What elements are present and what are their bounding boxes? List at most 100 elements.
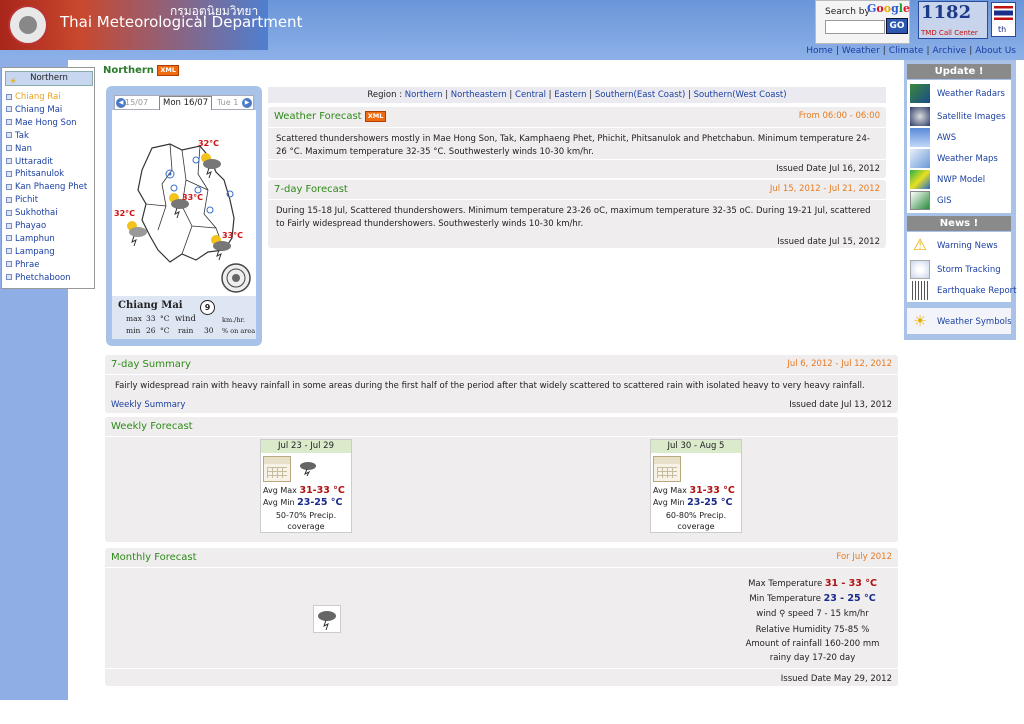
province-menu-item[interactable]: Tak [6,131,29,141]
gis-link[interactable]: GIS [910,191,952,210]
province-menu-item[interactable]: Phrae [6,260,39,270]
page-title: Northern XML [103,65,180,76]
summary-period: Jul 6, 2012 - Jul 12, 2012 [787,359,892,369]
northern-region-map[interactable]: 32°C 33°C 32°C 33°C [112,110,256,296]
bullet-icon [6,183,12,190]
weather-map-icon [910,149,930,168]
warning-icon: ⚠ [912,235,928,254]
nwp-icon [910,170,930,189]
sun-icon: ☀ [9,77,18,87]
province-menu-item[interactable]: Sukhothai [6,208,58,218]
region-link-central[interactable]: Central [515,90,546,100]
seven-day-period: Jul 15, 2012 - Jul 21, 2012 [769,184,880,194]
province-menu-label: Chiang Rai [15,92,61,102]
satellite-icon [910,107,930,126]
province-menu: ☀ Northern Chiang Rai Chiang Mai Mae Hong … [1,67,95,289]
region-link-northeastern[interactable]: Northeastern [451,90,507,100]
seven-day-forecast-title: 7-day Forecast [274,184,348,195]
province-menu-item[interactable]: Chiang Rai [6,92,61,102]
xml-feed-badge[interactable]: XML [364,111,387,122]
forecast-period: From 06:00 - 06:00 [798,111,880,121]
province-menu-item[interactable]: Phayao [6,221,46,231]
weekly-forecast-title: Weekly Forecast [111,421,193,432]
weather-symbols-link[interactable]: ☀ Weather Symbols [910,312,1011,331]
province-menu-heading: ☀ Northern [5,71,93,87]
monthly-min-temp: Min Temperature 23 - 25 °C [749,593,876,604]
min-label: min [126,326,141,335]
monthly-weather-icon [313,605,341,633]
province-menu-item[interactable]: Chiang Mai [6,105,62,115]
province-menu-item[interactable]: Uttaradit [6,157,53,167]
aws-link[interactable]: AWS [910,128,956,147]
province-menu-item[interactable]: Kan Phaeng Phet [6,182,87,192]
region-link-eastern[interactable]: Eastern [554,90,586,100]
weather-maps-link[interactable]: Weather Maps [910,149,998,168]
province-menu-item[interactable]: Pichit [6,195,38,205]
bullet-icon [6,93,12,100]
bullet-icon [6,145,12,152]
bullet-icon [6,132,12,139]
weekly-summary-link[interactable]: Weekly Summary [111,400,185,410]
dept-name-english: Thai Meteorological Department [60,13,303,31]
bullet-icon [6,248,12,255]
avg-min: Avg Min 23-25 °C [653,497,733,508]
province-menu-label: Chiang Mai [15,104,63,115]
region-link-northern[interactable]: Northern [405,90,443,100]
province-menu-item[interactable]: Nan [6,144,32,154]
rain-unit: % on area [222,327,256,335]
province-menu-item[interactable]: Lampang [6,247,55,257]
nwp-model-link[interactable]: NWP Model [910,170,985,189]
province-menu-label: Phayao [15,221,47,231]
satellite-images-link[interactable]: Satellite Images [910,107,1006,126]
tmd-logo[interactable] [8,5,48,45]
nav-about-us[interactable]: About Us [975,46,1016,56]
monthly-rainfall: Amount of rainfall 160-200 mm [745,639,880,649]
province-menu-item[interactable]: Phetchaboon [6,273,71,283]
bullet-icon [6,235,12,242]
search-go-button[interactable]: GO [886,18,908,34]
date-prev[interactable]: 15/07 [125,98,148,107]
nav-archive[interactable]: Archive [933,46,967,56]
seismograph-icon [910,281,930,300]
province-menu-label: Phrae [15,259,40,270]
thai-flag-icon [994,6,1013,20]
unit-celsius: °C [160,326,170,335]
sun-icon: ☀ [913,312,927,330]
issued-date: Issued Date May 29, 2012 [780,674,892,684]
nav-weather[interactable]: Weather [842,46,880,56]
bullet-icon [6,222,12,229]
avg-max: Avg Max 31-33 °C [653,485,735,496]
xml-feed-badge[interactable]: XML [157,65,180,76]
province-menu-item[interactable]: Lamphun [6,234,55,244]
max-value: 33 [146,314,156,323]
weekly-card-range: Jul 23 - Jul 29 [261,440,351,453]
next-date-arrow-icon[interactable]: ▶ [242,98,252,108]
update-heading: Update ! [907,64,1011,79]
weather-radars-link[interactable]: Weather Radars [910,84,1005,103]
storm-tracking-link[interactable]: Storm Tracking [910,260,1001,279]
temp-label: 32°C [198,139,219,148]
date-current[interactable]: Mon 16/07 [159,96,213,111]
weekly-card-range: Jul 30 - Aug 5 [651,440,741,453]
region-link-southern-west[interactable]: Southern(West Coast) [694,90,787,100]
weather-map-panel: ◀ 15/07 Mon 16/07 Tue 1 ▶ 32°C 33°C 32°C… [106,86,262,346]
province-menu-label: Pichit [15,195,39,206]
weekly-forecast-box: Weekly Forecast Jul 23 - Jul 29 Avg Max … [105,417,898,542]
province-menu-item[interactable]: Phitsanulok [6,169,64,179]
precip-text: 60-80% Precip. [665,511,727,520]
monthly-humidity: Relative Humidity 75-85 % [755,625,870,635]
precip-coverage: coverage [677,522,715,531]
seven-day-summary-title: 7-day Summary [111,359,191,370]
earthquake-report-link[interactable]: Earthquake Report [910,281,1017,300]
province-menu-label: Lampang [15,246,55,257]
province-menu-item[interactable]: Mae Hong Son [6,118,77,128]
call-center-banner[interactable]: 1182 TMD Call Center [918,1,988,39]
date-next[interactable]: Tue 1 [217,98,238,107]
search-input[interactable] [825,20,885,34]
nav-home[interactable]: Home [806,46,833,56]
region-link-southern-east[interactable]: Southern(East Coast) [595,90,685,100]
nav-climate[interactable]: Climate [889,46,924,56]
province-menu-label: Mae Hong Son [15,117,77,128]
thai-language-button[interactable]: th [991,2,1016,37]
warning-news-link[interactable]: ⚠ Warning News [910,236,998,255]
